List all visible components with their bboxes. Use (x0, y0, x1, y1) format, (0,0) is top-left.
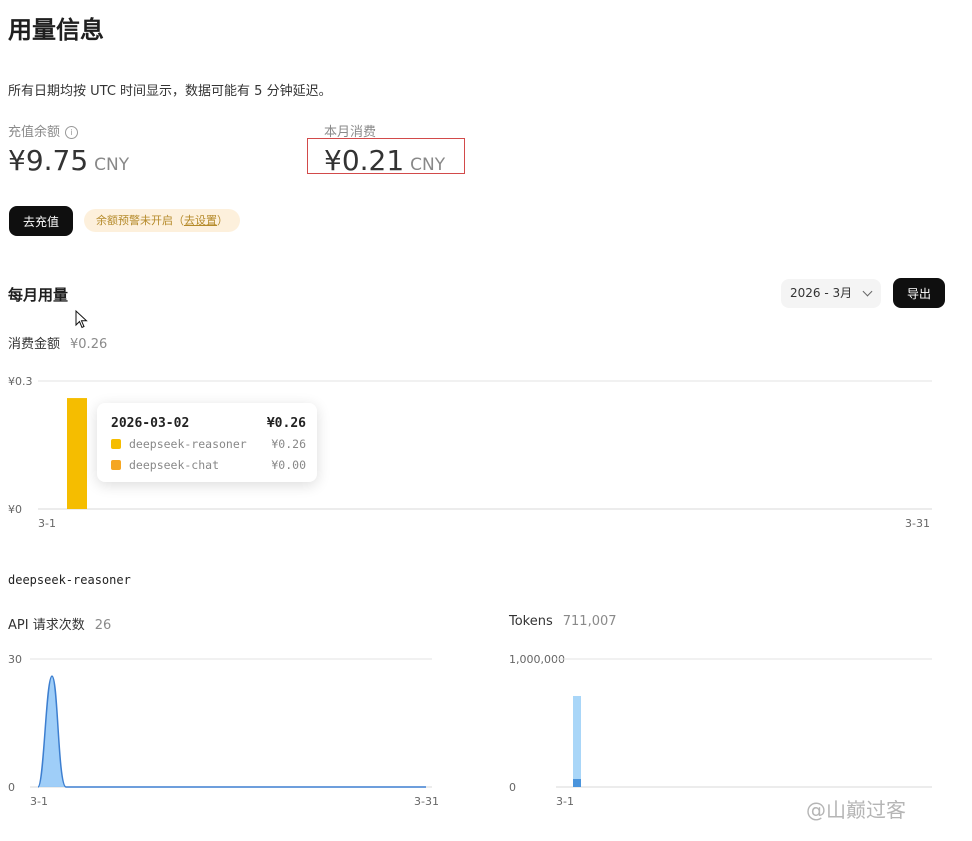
watermark: @山巅过客 (806, 798, 906, 822)
tokens-bar (573, 695, 581, 787)
tokens-bar-base (573, 779, 581, 787)
tokens-chart (556, 658, 932, 788)
